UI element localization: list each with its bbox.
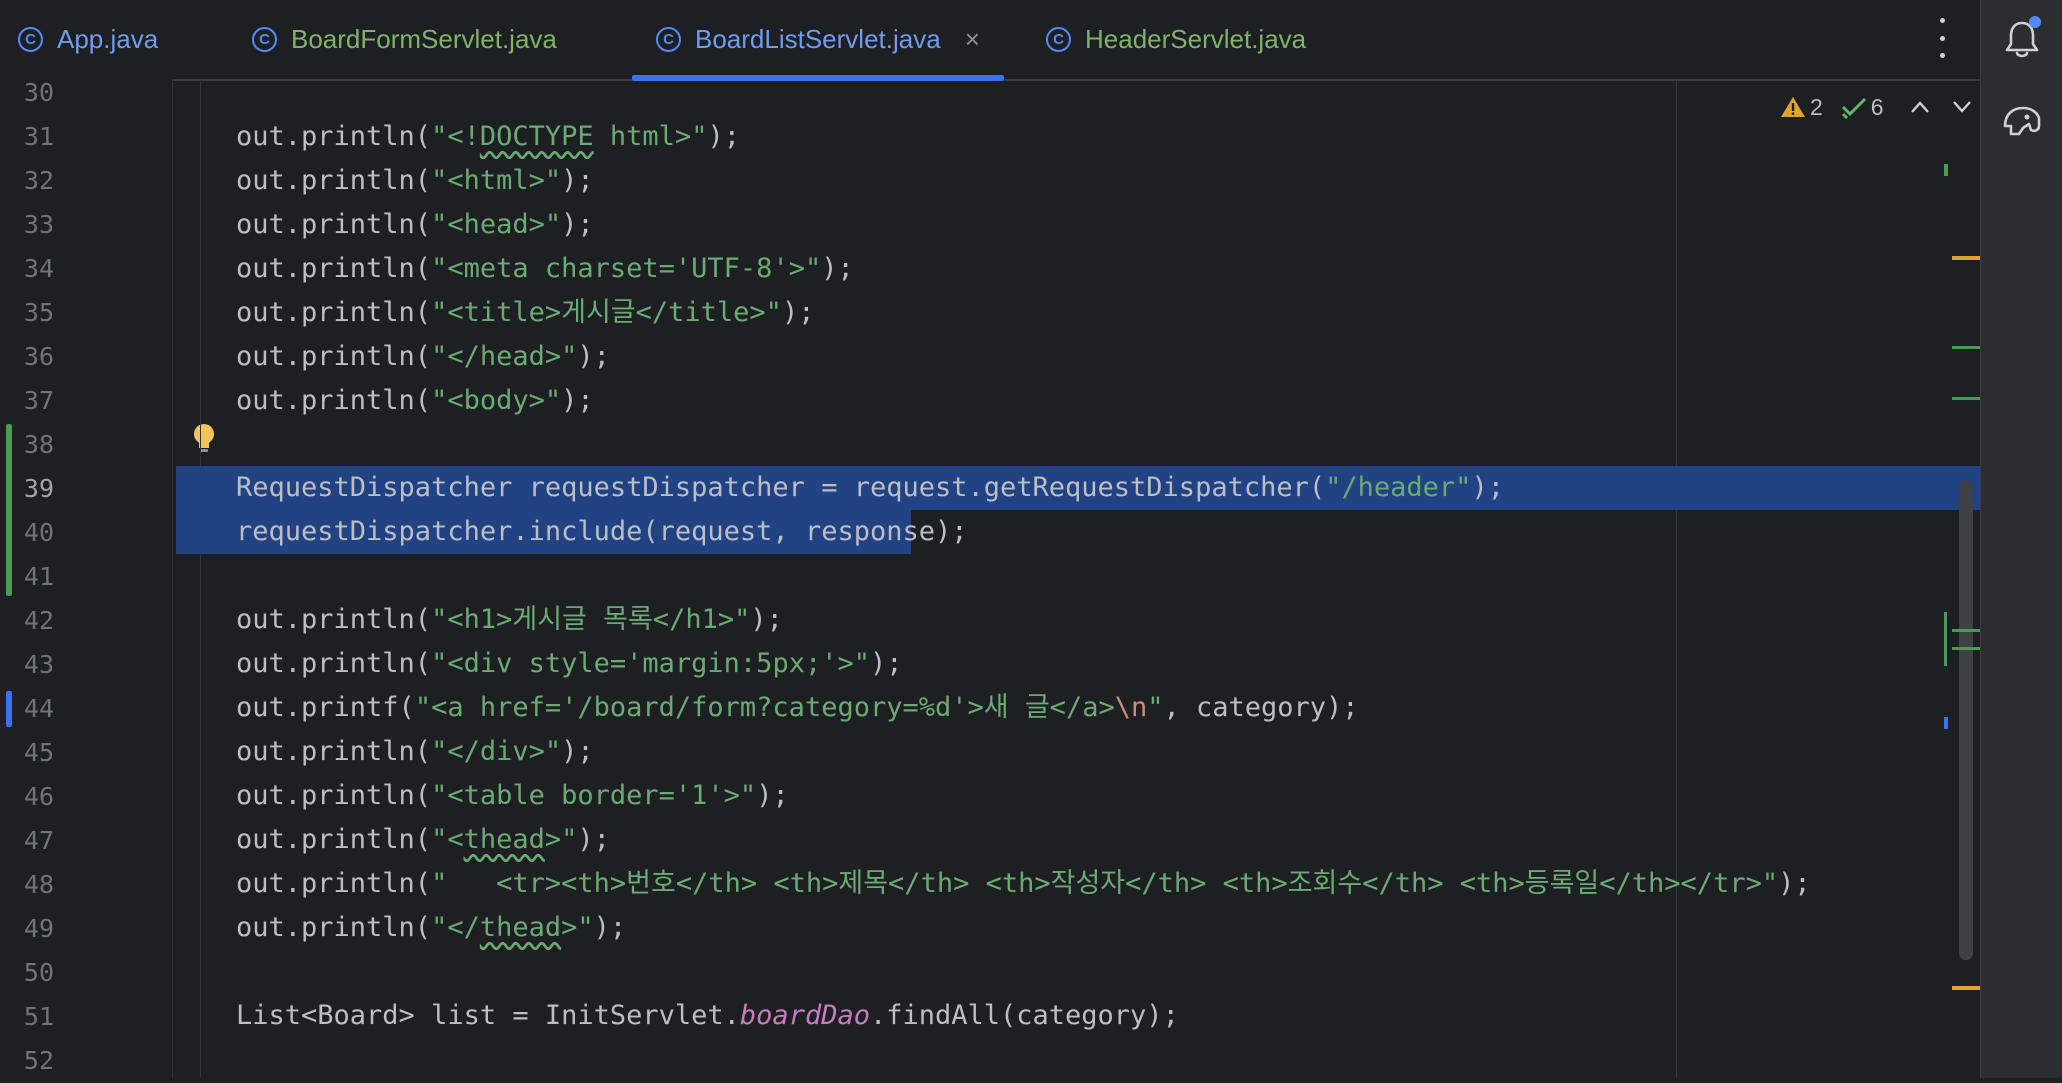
code-line-selected[interactable]: requestDispatcher.include(request, respo… — [236, 510, 968, 554]
indent-guide — [200, 79, 201, 1078]
warning-count: 2 — [1810, 93, 1823, 120]
code-line[interactable]: out.println("<title>게시글</title>"); — [236, 291, 814, 335]
tab-boardformservlet-java[interactable]: C BoardFormServlet.java — [252, 0, 557, 79]
vcs-added-marker[interactable] — [6, 424, 12, 596]
tab-label: BoardListServlet.java — [695, 24, 941, 54]
code-line[interactable]: out.println("</head>"); — [236, 335, 610, 379]
code-line[interactable]: out.println("<!DOCTYPE html>"); — [236, 115, 740, 159]
tab-label: App.java — [57, 24, 159, 54]
previous-problem-icon[interactable] — [1910, 100, 1930, 114]
right-margin-guide — [1676, 79, 1677, 1078]
error-stripe-marker[interactable] — [1944, 612, 1947, 666]
code-line[interactable]: out.println("<head>"); — [236, 203, 594, 247]
line-number: 45 — [23, 738, 54, 767]
check-icon — [1841, 97, 1866, 119]
vcs-modified-marker[interactable] — [6, 691, 12, 727]
error-stripe-marker[interactable] — [1952, 397, 1980, 400]
error-stripe-marker[interactable] — [1944, 717, 1948, 729]
code-line[interactable]: out.println("<body>"); — [236, 379, 594, 423]
notification-badge — [2029, 16, 2041, 28]
line-number: 31 — [23, 122, 54, 151]
tab-app-java[interactable]: C App.java — [18, 0, 158, 79]
error-stripe-marker[interactable] — [1952, 346, 1980, 349]
tab-label: BoardFormServlet.java — [291, 24, 557, 54]
line-number: 35 — [23, 298, 54, 327]
line-number: 48 — [23, 870, 54, 899]
passed-count: 6 — [1870, 93, 1884, 120]
warning-icon — [1781, 97, 1805, 117]
line-number: 50 — [23, 958, 54, 987]
line-number: 34 — [23, 254, 54, 283]
line-number: 42 — [23, 606, 54, 635]
vertical-scrollbar-thumb[interactable] — [1959, 480, 1973, 960]
ai-assistant-icon[interactable] — [2001, 100, 2043, 138]
inspection-widget[interactable]: 2 6 — [1780, 92, 1972, 122]
line-number: 43 — [23, 650, 54, 679]
line-number: 47 — [23, 826, 54, 855]
code-line[interactable]: out.println(" <tr><th>번호</th> <th>제목</th… — [236, 862, 1811, 906]
line-number: 51 — [23, 1002, 54, 1031]
line-number-gutter: 30 31 32 33 34 35 36 37 38 39 40 41 42 4… — [0, 78, 173, 1078]
right-tool-window-bar — [1980, 0, 2062, 1078]
error-stripe-marker[interactable] — [1952, 629, 1980, 632]
line-number: 32 — [23, 166, 54, 195]
error-stripe-marker[interactable] — [1952, 986, 1980, 990]
code-line[interactable]: out.println("</thead>"); — [236, 906, 626, 950]
code-line[interactable]: out.println("<div style='margin:5px;'>")… — [236, 642, 903, 686]
tab-boardlistservlet-java[interactable]: C BoardListServlet.java × — [632, 0, 1004, 81]
error-stripe-marker[interactable] — [1952, 256, 1980, 260]
code-line[interactable]: out.println("<table border='1'>"); — [236, 774, 789, 818]
line-number: 46 — [23, 782, 54, 811]
code-line[interactable]: out.println("<thead>"); — [236, 818, 610, 862]
tab-label: HeaderServlet.java — [1085, 24, 1307, 54]
editor-tab-bar: C App.java C BoardFormServlet.java C Boa… — [0, 0, 1980, 81]
java-class-icon: C — [252, 27, 277, 52]
line-number: 37 — [23, 386, 54, 415]
code-line[interactable]: List<Board> list = InitServlet.boardDao.… — [236, 994, 1179, 1038]
close-tab-icon[interactable]: × — [965, 24, 980, 55]
code-line[interactable]: out.println("</div>"); — [236, 730, 594, 774]
error-stripe-marker[interactable] — [1952, 647, 1980, 650]
more-options-icon[interactable] — [1930, 18, 1954, 58]
code-line-selected[interactable]: RequestDispatcher requestDispatcher = re… — [236, 466, 1504, 510]
code-line[interactable]: out.println("<h1>게시글 목록</h1>"); — [236, 598, 783, 642]
next-problem-icon[interactable] — [1952, 100, 1972, 114]
line-number: 49 — [23, 914, 54, 943]
line-number: 33 — [23, 210, 54, 239]
java-class-icon: C — [1046, 27, 1071, 52]
java-class-icon: C — [18, 27, 43, 52]
line-number: 52 — [23, 1046, 54, 1075]
error-stripe-marker[interactable] — [1944, 164, 1948, 176]
java-class-icon: C — [656, 27, 681, 52]
tab-headerservlet-java[interactable]: C HeaderServlet.java — [1046, 0, 1306, 79]
code-line[interactable]: out.println("<html>"); — [236, 159, 594, 203]
line-number: 36 — [23, 342, 54, 371]
line-number: 30 — [23, 78, 54, 107]
code-line[interactable]: out.printf("<a href='/board/form?categor… — [236, 686, 1359, 730]
code-line[interactable]: out.println("<meta charset='UTF-8'>"); — [236, 247, 854, 291]
